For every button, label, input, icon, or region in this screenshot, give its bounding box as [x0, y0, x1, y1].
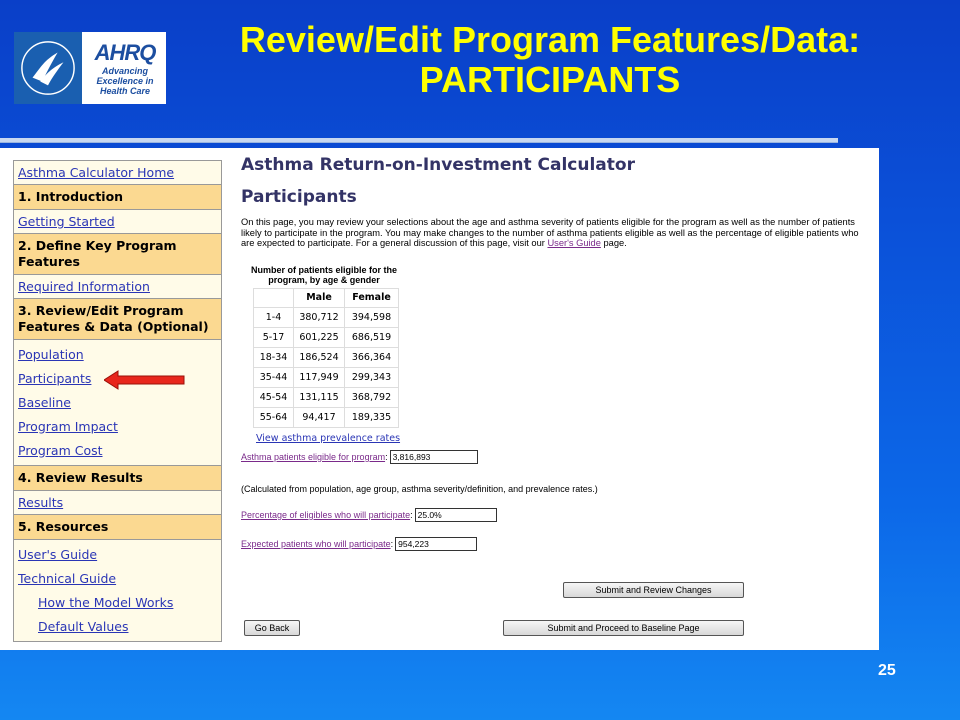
sidebar-group-review-edit: Population Participants Baseline Program…: [14, 340, 221, 466]
percentage-field-row: Percentage of eligibles who will partici…: [241, 508, 497, 522]
table-row: 5-17 601,225 686,519: [253, 326, 399, 348]
go-back-button[interactable]: Go Back: [244, 620, 300, 636]
ahrq-tagline-1: Advancing: [101, 66, 148, 76]
sidebar-link-technical-guide[interactable]: Technical Guide: [18, 567, 217, 591]
table-cell: 299,343: [344, 366, 399, 388]
sidebar-link-home[interactable]: Asthma Calculator Home: [18, 165, 174, 180]
slide-title-line1: Review/Edit Program Features/Data:: [239, 19, 861, 60]
table-cell: 5-17: [253, 326, 294, 348]
red-arrow-icon: [104, 370, 185, 390]
users-guide-link[interactable]: User's Guide: [547, 238, 600, 248]
intro-end: page.: [600, 238, 627, 248]
table-header: [253, 287, 294, 308]
sidebar-item-results: Results: [14, 491, 221, 515]
calculator-screenshot: Asthma Calculator Home 1. Introduction G…: [0, 148, 879, 650]
table-cell: 45-54: [253, 386, 294, 408]
table-cell: 18-34: [253, 346, 294, 368]
calculation-note: (Calculated from population, age group, …: [241, 484, 598, 494]
title-divider: [0, 138, 838, 143]
intro-text: On this page, you may review your select…: [241, 217, 873, 249]
table-row: 1-4 380,712 394,598: [253, 306, 399, 328]
ahrq-mark: AHRQ: [94, 40, 157, 65]
sidebar-link-results[interactable]: Results: [18, 495, 63, 510]
ahrq-tagline-3: Health Care: [99, 86, 151, 96]
sidebar-item-getting-started: Getting Started: [14, 210, 221, 234]
sidebar-link-users-guide[interactable]: User's Guide: [18, 543, 217, 567]
sidebar-link-required-info[interactable]: Required Information: [18, 279, 150, 294]
sidebar-group-resources: User's Guide Technical Guide How the Mod…: [14, 540, 221, 641]
table-row: 35-44 117,949 299,343: [253, 366, 399, 388]
sidebar-link-program-impact[interactable]: Program Impact: [18, 415, 217, 439]
table-cell: 94,417: [293, 406, 345, 428]
ahrq-logo: AHRQ Advancing Excellence in Health Care: [84, 32, 166, 104]
table-cell: 131,115: [293, 386, 345, 408]
table-header-row: Male Female: [253, 287, 399, 308]
table-cell: 601,225: [293, 326, 345, 348]
main-content: Asthma Return-on-Investment Calculator P…: [241, 153, 873, 551]
prevalence-rates-link[interactable]: View asthma prevalence rates: [256, 433, 400, 444]
sidebar-item-home: Asthma Calculator Home: [14, 161, 221, 185]
hhs-eagle-icon: [21, 41, 75, 95]
sidebar-item-required-info: Required Information: [14, 275, 221, 299]
sidebar-section-review-results: 4. Review Results: [14, 466, 221, 491]
percentage-label-link[interactable]: Percentage of eligibles who will partici…: [241, 510, 410, 520]
sidebar-link-how-model-works[interactable]: How the Model Works: [18, 591, 217, 615]
table-cell: 368,792: [344, 386, 399, 408]
submit-proceed-button[interactable]: Submit and Proceed to Baseline Page: [503, 620, 744, 636]
slide-title-line2: PARTICIPANTS: [419, 59, 681, 100]
slide-page-number: 25: [878, 662, 896, 679]
expected-field-row: Expected patients who will participate:: [241, 537, 478, 551]
table-row: 18-34 186,524 366,364: [253, 346, 399, 368]
table-cell: 117,949: [293, 366, 345, 388]
ahrq-tagline-2: Excellence in: [96, 76, 154, 86]
sidebar-section-define-features: 2. Define Key Program Features: [14, 234, 221, 275]
table-cell: 35-44: [253, 366, 294, 388]
sidebar-link-default-values[interactable]: Default Values: [18, 615, 217, 639]
table-header: Female: [344, 287, 399, 308]
table-cell: 394,598: [344, 306, 399, 328]
sidebar-link-baseline[interactable]: Baseline: [18, 391, 217, 415]
sidebar-link-getting-started[interactable]: Getting Started: [18, 214, 115, 229]
table-header: Male: [293, 287, 345, 308]
logo-block: AHRQ Advancing Excellence in Health Care: [14, 32, 166, 104]
percentage-input[interactable]: [414, 508, 497, 522]
sidebar-section-resources: 5. Resources: [14, 515, 221, 540]
expected-input[interactable]: [395, 537, 478, 551]
table-cell: 366,364: [344, 346, 399, 368]
table-cell: 686,519: [344, 326, 399, 348]
table-caption: Number of patients eligible for the prog…: [250, 264, 397, 285]
table-cell: 380,712: [293, 306, 345, 328]
sidebar-section-review-edit: 3. Review/Edit Program Features & Data (…: [14, 299, 221, 340]
eligible-field-row: Asthma patients eligible for program:: [241, 450, 478, 464]
sidebar-link-program-cost[interactable]: Program Cost: [18, 439, 217, 463]
expected-label-link[interactable]: Expected patients who will participate: [241, 539, 391, 549]
hhs-seal-logo: [14, 32, 84, 104]
sidebar-link-population[interactable]: Population: [18, 343, 217, 367]
eligible-patients-table: Male Female 1-4 380,712 394,598 5-17 601…: [253, 287, 399, 428]
page-title: Participants: [241, 187, 357, 207]
eligible-label-link[interactable]: Asthma patients eligible for program: [241, 452, 385, 462]
calculator-title: Asthma Return-on-Investment Calculator: [241, 155, 635, 175]
table-cell: 1-4: [253, 306, 294, 328]
submit-review-button[interactable]: Submit and Review Changes: [563, 582, 744, 598]
table-cell: 189,335: [344, 406, 399, 428]
table-row: 55-64 94,417 189,335: [253, 406, 399, 428]
table-cell: 55-64: [253, 406, 294, 428]
slide-title: Review/Edit Program Features/Data: PARTI…: [170, 20, 930, 100]
table-row: 45-54 131,115 368,792: [253, 386, 399, 408]
sidebar-section-introduction: 1. Introduction: [14, 185, 221, 210]
table-cell: 186,524: [293, 346, 345, 368]
sidebar-nav: Asthma Calculator Home 1. Introduction G…: [13, 160, 222, 642]
eligible-input[interactable]: [389, 450, 478, 464]
